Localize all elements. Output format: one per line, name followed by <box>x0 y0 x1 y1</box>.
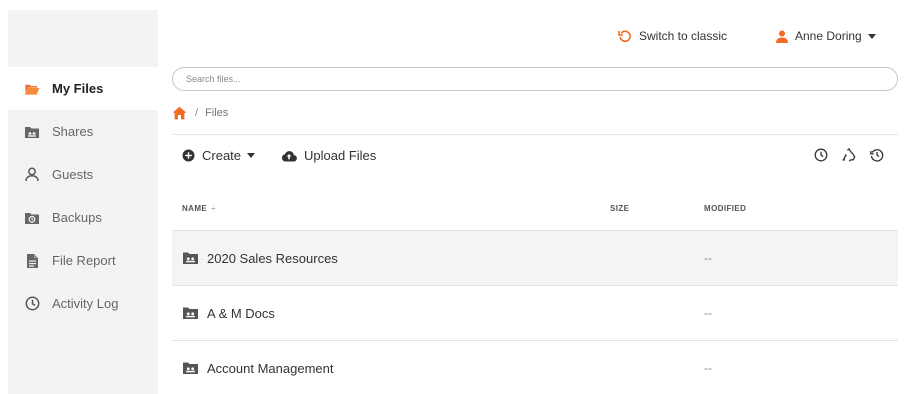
toolbar-actions <box>814 148 884 162</box>
sidebar-item-label: Activity Log <box>52 296 119 311</box>
sidebar-item-file-report[interactable]: File Report <box>8 239 158 282</box>
sort-icon: ÷ <box>211 204 216 213</box>
user-icon <box>776 30 788 43</box>
column-header-size[interactable]: SIZE <box>610 204 704 213</box>
shared-folder-icon <box>24 124 40 140</box>
plus-circle-icon <box>182 149 195 162</box>
breadcrumb-current: Files <box>205 107 229 119</box>
sidebar-item-activity-log[interactable]: Activity Log <box>8 282 158 325</box>
user-name: Anne Doring <box>795 29 862 43</box>
sidebar-header <box>8 10 158 67</box>
file-modified: -- <box>704 306 712 320</box>
file-report-icon <box>24 253 40 269</box>
chevron-down-icon <box>867 33 876 39</box>
file-modified: -- <box>704 361 712 375</box>
table-header: NAME ÷ SIZE MODIFIED <box>172 187 898 231</box>
file-modified: -- <box>704 251 712 265</box>
shared-folder-icon <box>182 361 199 375</box>
sidebar-item-my-files[interactable]: My Files <box>8 67 158 110</box>
undo-icon <box>618 29 632 43</box>
create-label: Create <box>202 148 242 163</box>
sidebar-item-backups[interactable]: Backups <box>8 196 158 239</box>
table-row[interactable]: 2020 Sales Resources -- <box>172 231 898 286</box>
upload-files-button[interactable]: Upload Files <box>281 148 376 163</box>
breadcrumb: / Files <box>172 106 228 120</box>
sidebar-item-shares[interactable]: Shares <box>8 110 158 153</box>
folder-open-icon <box>24 81 40 97</box>
sidebar-item-label: My Files <box>52 81 104 96</box>
toolbar: Create Upload Files <box>182 148 376 163</box>
clock-icon[interactable] <box>814 148 828 162</box>
column-header-modified[interactable]: MODIFIED <box>704 204 898 213</box>
file-name: 2020 Sales Resources <box>207 250 338 266</box>
switch-to-classic-button[interactable]: Switch to classic <box>618 29 727 43</box>
sidebar-item-label: Guests <box>52 167 94 182</box>
shared-folder-icon <box>182 306 199 320</box>
sidebar: My Files Shares Guests Backups File Repo… <box>8 10 158 394</box>
sidebar-item-label: Backups <box>52 210 102 225</box>
files-table: NAME ÷ SIZE MODIFIED 2020 Sales Resource… <box>172 187 898 394</box>
file-name: Account Management <box>207 360 334 376</box>
switch-to-classic-label: Switch to classic <box>639 29 728 43</box>
chevron-down-icon <box>247 153 256 158</box>
create-button[interactable]: Create <box>182 148 256 163</box>
clock-icon <box>24 296 40 312</box>
sidebar-item-label: Shares <box>52 124 94 139</box>
search-input[interactable] <box>172 67 898 91</box>
file-name: A & M Docs <box>207 305 275 321</box>
table-row[interactable]: A & M Docs -- <box>172 286 898 341</box>
divider <box>172 134 898 135</box>
shared-folder-icon <box>182 251 199 265</box>
column-header-name[interactable]: NAME ÷ <box>172 204 610 213</box>
cloud-upload-icon <box>281 149 297 162</box>
breadcrumb-separator: / <box>195 107 199 119</box>
upload-files-label: Upload Files <box>304 148 377 163</box>
user-menu[interactable]: Anne Doring <box>776 29 876 43</box>
recycle-icon[interactable] <box>842 148 856 162</box>
home-icon[interactable] <box>172 106 187 120</box>
table-row[interactable]: Account Management -- <box>172 341 898 394</box>
top-bar: Switch to classic Anne Doring <box>158 0 914 66</box>
user-icon <box>24 167 40 183</box>
sidebar-item-label: File Report <box>52 253 116 268</box>
history-icon[interactable] <box>870 148 884 162</box>
backup-folder-icon <box>24 210 40 226</box>
sidebar-item-guests[interactable]: Guests <box>8 153 158 196</box>
